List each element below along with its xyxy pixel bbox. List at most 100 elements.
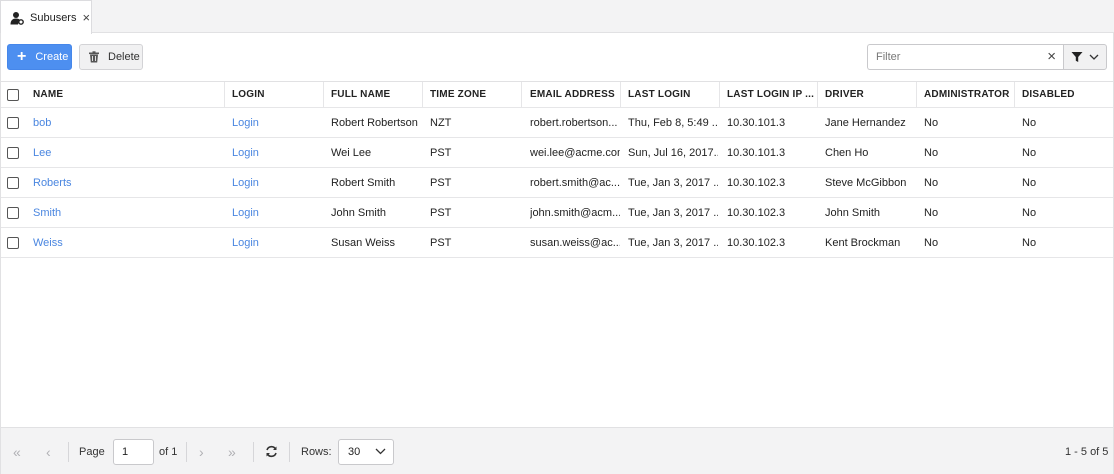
row-checkbox[interactable]	[7, 236, 19, 249]
col-email-address[interactable]: EMAIL ADDRESS	[530, 82, 620, 107]
disabled-cell: No	[1022, 206, 1037, 219]
email-cell: robert.robertson...	[530, 116, 618, 129]
administrator-cell: No	[924, 116, 939, 129]
user-name-link[interactable]: Smith	[33, 198, 225, 227]
full-name-cell: Robert Smith	[331, 176, 396, 189]
tab-bar: Subusers ×	[0, 0, 1114, 34]
create-label: Create	[35, 51, 69, 63]
administrator-cell: No	[924, 176, 939, 189]
previous-page-icon[interactable]: ‹	[46, 428, 51, 474]
row-select-cell	[7, 198, 27, 227]
table-row[interactable]: Weiss Login Susan Weiss PST susan.weiss@…	[1, 228, 1113, 258]
user-gear-icon	[10, 11, 24, 25]
page-count-label: of 1	[159, 445, 178, 458]
full-name-cell: Susan Weiss	[331, 236, 395, 249]
row-select-cell	[7, 168, 27, 197]
time-zone-cell: PST	[430, 206, 452, 219]
driver-cell: Kent Brockman	[825, 236, 901, 249]
disabled-cell: No	[1022, 146, 1037, 159]
trash-icon	[89, 51, 99, 63]
login-link[interactable]: Login	[232, 198, 324, 227]
user-name-link[interactable]: Lee	[33, 138, 225, 167]
column-divider[interactable]	[620, 82, 621, 107]
col-time-zone[interactable]: TIME ZONE	[430, 82, 522, 107]
time-zone-cell: PST	[430, 146, 452, 159]
first-page-icon[interactable]: «	[13, 428, 21, 474]
last-login-cell: Thu, Feb 8, 5:49 ...	[628, 116, 718, 129]
create-button[interactable]: + Create	[7, 44, 72, 70]
refresh-icon	[266, 445, 277, 458]
filter-input[interactable]	[868, 45, 1028, 69]
col-administrator[interactable]: ADMINISTRATOR	[924, 82, 1014, 107]
row-checkbox[interactable]	[7, 176, 19, 189]
time-zone-cell: PST	[430, 176, 452, 189]
refresh-button[interactable]	[265, 428, 278, 474]
disabled-cell: No	[1022, 116, 1037, 129]
full-name-cell: Robert Robertson	[331, 116, 418, 129]
column-divider[interactable]	[422, 82, 423, 107]
last-login-cell: Tue, Jan 3, 2017 ...	[628, 176, 718, 189]
plus-icon: +	[17, 48, 27, 65]
chevron-down-icon	[1089, 54, 1099, 60]
time-zone-cell: NZT	[430, 116, 452, 129]
divider	[253, 442, 254, 462]
close-icon[interactable]: ×	[82, 11, 90, 24]
column-divider[interactable]	[719, 82, 720, 107]
next-page-icon[interactable]: ›	[199, 428, 204, 474]
driver-cell: Steve McGibbon	[825, 176, 907, 189]
disabled-cell: No	[1022, 236, 1037, 249]
row-checkbox[interactable]	[7, 116, 19, 129]
col-login[interactable]: LOGIN	[232, 82, 324, 107]
column-divider[interactable]	[224, 82, 225, 107]
driver-cell: Chen Ho	[825, 146, 869, 159]
page-number-input[interactable]	[113, 439, 154, 465]
tab-label: Subusers	[30, 11, 77, 24]
table-row[interactable]: Roberts Login Robert Smith PST robert.sm…	[1, 168, 1113, 198]
select-all-checkbox[interactable]	[7, 88, 19, 101]
row-checkbox[interactable]	[7, 146, 19, 159]
user-name-link[interactable]: bob	[33, 108, 225, 137]
row-checkbox[interactable]	[7, 206, 19, 219]
login-link[interactable]: Login	[232, 228, 324, 257]
user-name-link[interactable]: Roberts	[33, 168, 225, 197]
last-login-cell: Sun, Jul 16, 2017...	[628, 146, 718, 159]
table-row[interactable]: Lee Login Wei Lee PST wei.lee@acme.com S…	[1, 138, 1113, 168]
divider	[289, 442, 290, 462]
col-driver[interactable]: DRIVER	[825, 82, 915, 107]
column-divider[interactable]	[817, 82, 818, 107]
clear-icon[interactable]: ×	[1047, 49, 1056, 64]
user-name-link[interactable]: Weiss	[33, 228, 225, 257]
rows-per-page-value: 30	[348, 446, 361, 458]
login-link[interactable]: Login	[232, 108, 324, 137]
col-name[interactable]: NAME	[33, 82, 225, 107]
administrator-cell: No	[924, 236, 939, 249]
last-page-icon[interactable]: »	[228, 428, 236, 474]
col-full-name[interactable]: FULL NAME	[331, 82, 423, 107]
table-header: NAME LOGIN FULL NAME TIME ZONE EMAIL ADD…	[1, 81, 1113, 108]
login-link[interactable]: Login	[232, 168, 324, 197]
rows-label: Rows:	[301, 445, 332, 458]
rows-per-page-select[interactable]: 30	[338, 439, 394, 465]
login-link[interactable]: Login	[232, 138, 324, 167]
chevron-down-icon	[375, 448, 386, 455]
full-name-cell: John Smith	[331, 206, 387, 219]
col-last-login-ip[interactable]: LAST LOGIN IP ...	[727, 82, 817, 107]
email-cell: john.smith@acm...	[530, 206, 620, 219]
email-cell: susan.weiss@ac...	[530, 236, 620, 249]
col-disabled[interactable]: DISABLED	[1022, 82, 1110, 107]
column-divider[interactable]	[521, 82, 522, 107]
last-login-cell: Tue, Jan 3, 2017 ...	[628, 206, 718, 219]
tab-subusers[interactable]: Subusers ×	[0, 0, 92, 34]
filter-options-button[interactable]	[1063, 44, 1107, 70]
pager: « ‹ Page of 1 › » Rows: 30 1 - 5 of 5	[1, 427, 1113, 474]
time-zone-cell: PST	[430, 236, 452, 249]
col-last-login[interactable]: LAST LOGIN	[628, 82, 718, 107]
column-divider[interactable]	[1014, 82, 1015, 107]
row-select-cell	[7, 138, 27, 167]
delete-button[interactable]: Delete	[79, 44, 143, 70]
administrator-cell: No	[924, 146, 939, 159]
table-row[interactable]: bob Login Robert Robertson NZT robert.ro…	[1, 108, 1113, 138]
table-row[interactable]: Smith Login John Smith PST john.smith@ac…	[1, 198, 1113, 228]
column-divider[interactable]	[323, 82, 324, 107]
column-divider[interactable]	[916, 82, 917, 107]
